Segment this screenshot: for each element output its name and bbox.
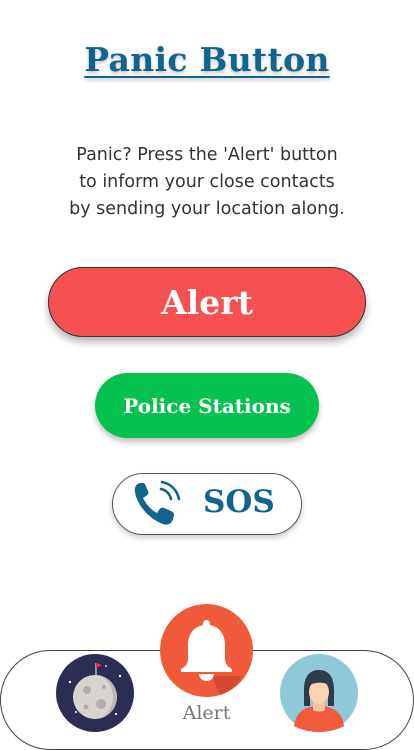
moon-icon[interactable] [56, 654, 134, 732]
description-line-3: by sending your location along. [69, 199, 345, 219]
description: Panic? Press the 'Alert' button to infor… [0, 142, 414, 223]
description-line-1: Panic? Press the 'Alert' button [76, 145, 338, 165]
phone-call-icon [134, 480, 181, 525]
description-line-2: to inform your close contacts [79, 172, 335, 192]
alert-button[interactable]: Alert [48, 267, 366, 337]
alert-nav-label: Alert [182, 702, 231, 724]
sos-label: SOS [203, 484, 275, 520]
sos-button[interactable]: SOS [112, 473, 302, 535]
police-stations-button[interactable]: Police Stations [95, 373, 319, 438]
page-title: Panic Button [84, 40, 330, 79]
profile-icon[interactable] [280, 654, 358, 732]
bell-icon[interactable] [160, 604, 253, 697]
